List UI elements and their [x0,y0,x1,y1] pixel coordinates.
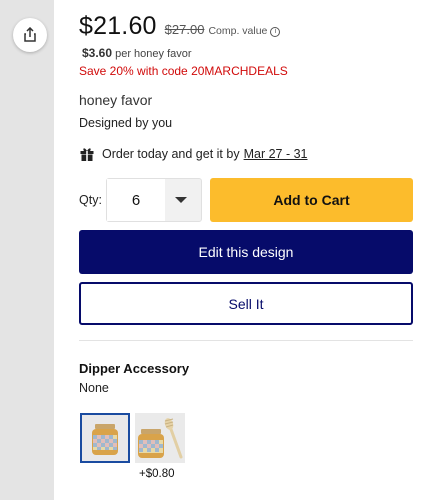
price: $21.60 [79,12,157,40]
edit-design-button[interactable]: Edit this design [79,230,413,274]
promo-text: Save 20% with code 20MARCHDEALS [79,64,288,78]
accessory-option-dipper[interactable] [135,413,185,463]
accessory-option-price: +$0.80 [139,468,175,480]
sell-it-button[interactable]: Sell It [79,282,413,325]
share-icon [24,27,36,42]
section-divider [79,340,413,341]
delivery-text: Order today and get it by [102,147,240,161]
qty-label: Qty: [79,193,102,207]
designer-text: Designed by you [79,116,173,130]
compare-price: $27.00 [164,22,205,37]
accessory-option-none[interactable] [80,413,130,463]
quantity-value[interactable]: 6 [107,179,165,221]
unit-price-row: $3.60 per honey favor [82,46,192,60]
quantity-select[interactable]: 6 [106,178,202,222]
price-row: $21.60 $27.00 Comp. value i [79,12,281,41]
share-button[interactable] [13,18,47,52]
unit-label: per honey favor [115,48,192,60]
chevron-down-icon[interactable] [175,197,187,203]
gift-icon [80,148,94,161]
product-name: honey favor [79,92,153,108]
info-icon[interactable]: i [270,26,281,37]
delivery-dates[interactable]: Mar 27 - 31 [244,147,308,161]
delivery-info: Order today and get it by Mar 27 - 31 [79,146,308,162]
accessory-title: Dipper Accessory [79,361,190,376]
honey-jar-image [92,424,118,455]
accessory-selected-value: None [79,381,109,395]
image-gallery-panel [0,0,54,500]
honey-jar-dipper-image [138,418,183,459]
compare-label: Comp. value [208,25,268,37]
unit-price: $3.60 [82,46,113,60]
add-to-cart-button[interactable]: Add to Cart [210,178,413,222]
